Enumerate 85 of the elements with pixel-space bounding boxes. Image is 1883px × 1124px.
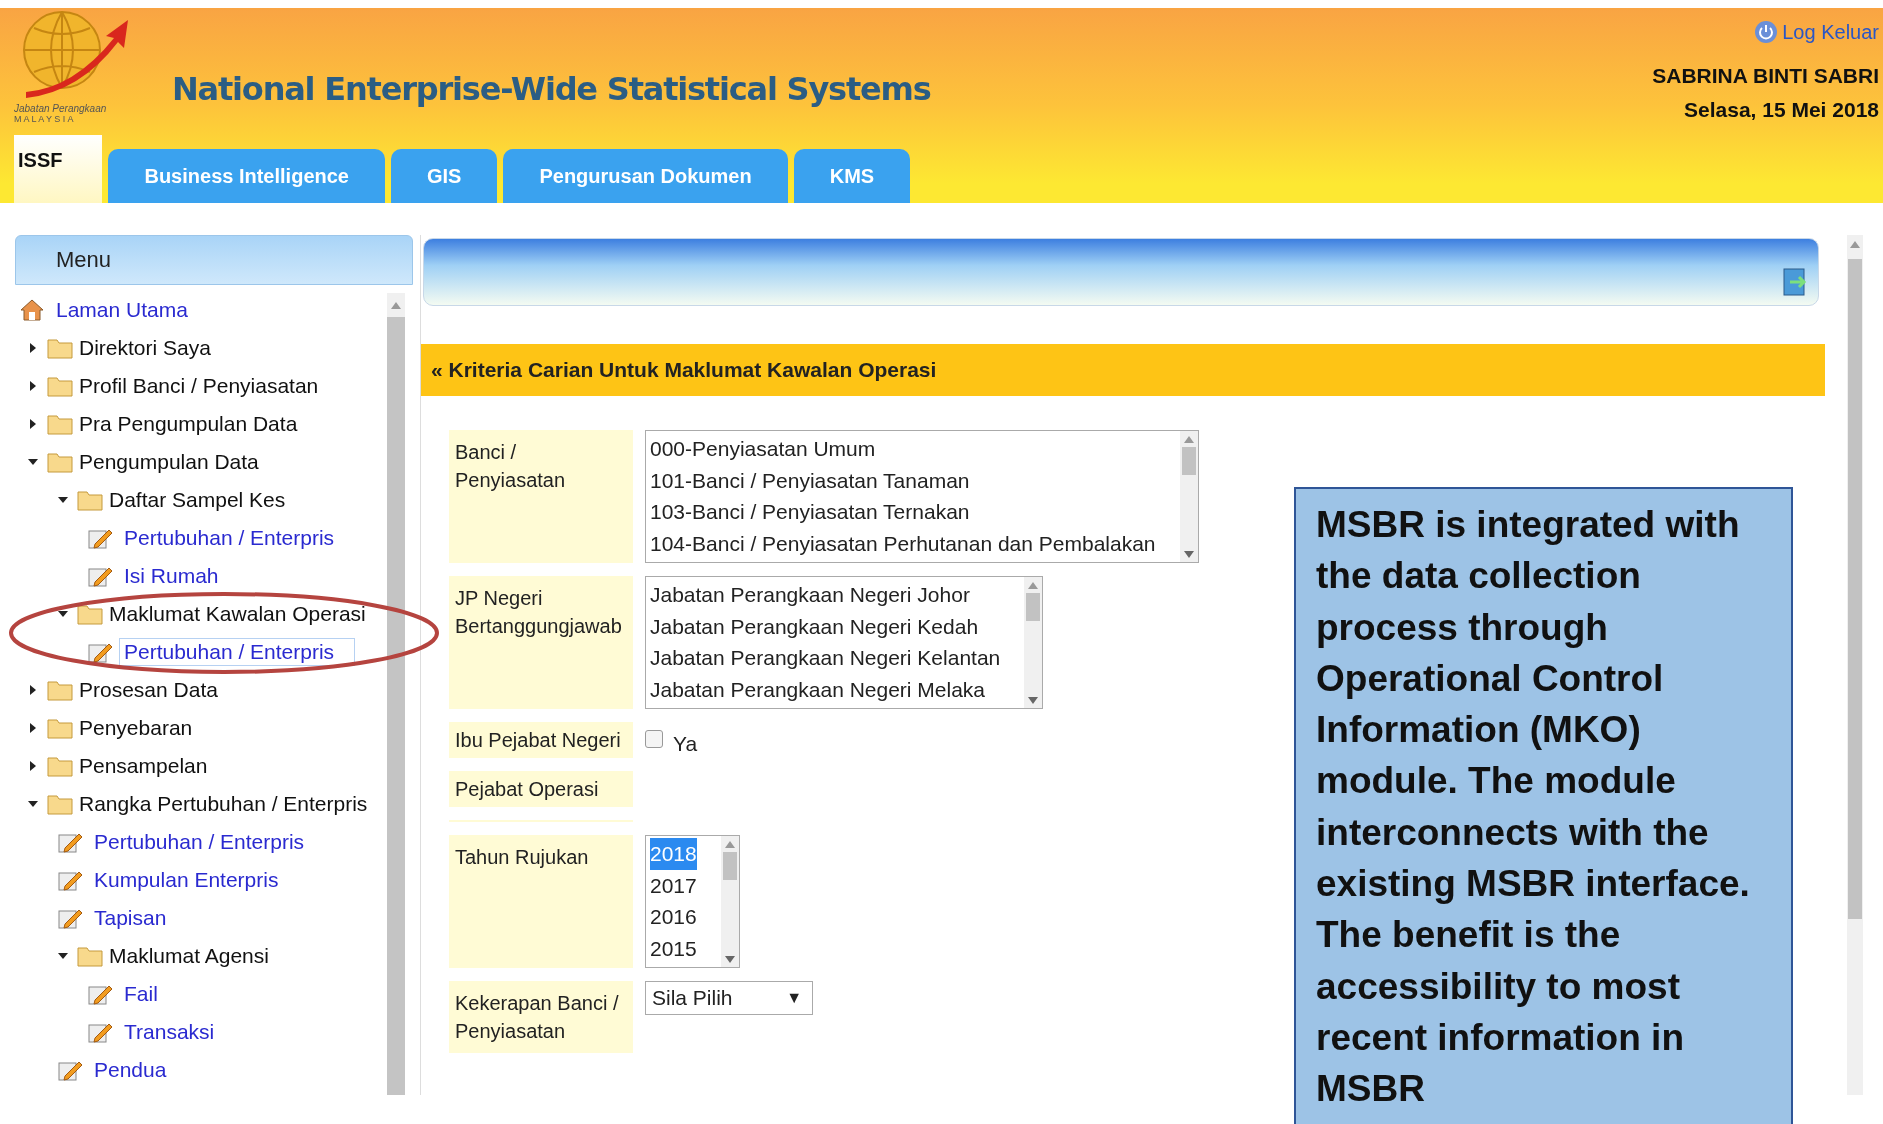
field-label: Pejabat Operasi: [449, 771, 633, 807]
folder-icon: [47, 413, 73, 435]
checkbox-label: Ya: [673, 732, 698, 756]
scrollbar-thumb[interactable]: [1181, 447, 1196, 475]
field-label: Tahun Rujukan: [449, 835, 633, 968]
list-option[interactable]: 103-Banci / Penyiasatan Ternakan: [650, 496, 970, 528]
tree-folder[interactable]: Maklumat Agensi: [109, 944, 269, 968]
folder-icon: [77, 603, 103, 625]
list-box[interactable]: 000-Penyiasatan Umum 101-Banci / Penyiasatan Tanaman 103-Banci / Penyiasatan Ternakan 104-Banci / Penyiasatan Perhutanan dan Pembalakan: [645, 430, 1199, 563]
scrollbar[interactable]: [1024, 577, 1043, 708]
scroll-down-arrow-icon[interactable]: [1183, 551, 1194, 558]
field-label: JP Negeri Bertanggungjawab: [449, 576, 633, 709]
tree-folder[interactable]: Direktori Saya: [79, 336, 211, 360]
tree-folder[interactable]: Pra Pengumpulan Data: [79, 412, 298, 436]
tree-link[interactable]: Transaksi: [119, 1018, 220, 1046]
field-label: Banci / Penyiasatan: [449, 430, 633, 563]
tree-folder[interactable]: Pensampelan: [79, 754, 208, 778]
scrollbar[interactable]: [387, 293, 405, 1095]
list-option[interactable]: Jabatan Perangkaan Negeri Kedah: [650, 610, 979, 642]
list-option[interactable]: 000-Penyiasatan Umum: [650, 433, 876, 465]
system-title: National Enterprise-Wide Statistical Systems: [172, 70, 931, 108]
list-option[interactable]: Jabatan Perangkaan Negeri Melaka: [650, 673, 986, 705]
scroll-up-arrow-icon[interactable]: [724, 841, 735, 848]
list-box[interactable]: Jabatan Perangkaan Negeri Johor Jabatan Perangkaan Negeri Kedah Jabatan Perangkaan Negeri Kelantan Jabatan Perangkaan Negeri Melaka: [645, 576, 1044, 709]
scroll-up-arrow-icon[interactable]: [391, 302, 401, 309]
tree-link[interactable]: Laman Utama: [51, 296, 193, 324]
tree-folder[interactable]: Pengumpulan Data: [79, 450, 259, 474]
scrollbar-thumb[interactable]: [722, 852, 737, 880]
nav-tab[interactable]: ISSF: [14, 135, 103, 203]
tree-folder[interactable]: Prosesan Data: [79, 678, 218, 702]
list-box[interactable]: 2018 2017 2016 2015: [645, 835, 740, 968]
field-label: Kekerapan Banci / Penyiasatan: [449, 981, 633, 1053]
callout-note: MSBR is integrated with the data collection process through Operational Control Information (MKO) module. The module interconnects with the existing MSBR interface. The benefit is the accessibility to most recent information in MSBR: [1294, 487, 1793, 1124]
logo-caption: M A L A Y S I A: [14, 114, 75, 124]
list-option[interactable]: 101-Banci / Penyiasatan Tanaman: [650, 464, 970, 496]
scroll-down-arrow-icon[interactable]: [724, 956, 735, 963]
tree-folder[interactable]: Rangka Pertubuhan / Enterpris: [79, 792, 368, 816]
tree-folder[interactable]: Maklumat Kawalan Operasi: [109, 602, 366, 626]
folder-icon: [47, 337, 73, 359]
scrollbar[interactable]: [720, 836, 739, 967]
folder-icon: [47, 717, 73, 739]
list-option[interactable]: 2016: [650, 901, 697, 933]
home-icon: [19, 298, 45, 322]
page-scrollbar[interactable]: [1847, 235, 1863, 1095]
list-option[interactable]: 2015: [650, 932, 697, 964]
scrollbar[interactable]: [1179, 431, 1198, 562]
menu-title: Menu: [56, 247, 112, 273]
user-name: SABRINA BINTI SABRI: [1652, 64, 1879, 88]
folder-icon: [47, 793, 73, 815]
checkbox[interactable]: [645, 730, 663, 748]
tree-link[interactable]: Tapisan: [89, 904, 172, 932]
field-label: Ibu Pejabat Negeri: [449, 722, 633, 758]
tree-link[interactable]: Pertubuhan / Enterpris: [119, 524, 340, 552]
folder-icon: [77, 489, 103, 511]
tree-folder[interactable]: Daftar Sampel Kes: [109, 488, 286, 512]
folder-icon: [47, 375, 73, 397]
logo-caption: Jabatan Perangkaan: [14, 103, 108, 114]
scrollbar-thumb[interactable]: [1848, 259, 1862, 919]
scrollbar-thumb[interactable]: [1026, 593, 1041, 621]
current-date: Selasa, 15 Mei 2018: [1684, 98, 1879, 122]
list-option[interactable]: Jabatan Perangkaan Negeri Kelantan: [650, 642, 1001, 674]
tree-link[interactable]: Pendua: [89, 1056, 172, 1084]
folder-icon: [47, 451, 73, 473]
list-option[interactable]: 104-Banci / Penyiasatan Perhutanan dan Pembalakan: [650, 527, 1156, 559]
list-option[interactable]: 2018: [650, 838, 697, 870]
list-option[interactable]: 2017: [650, 869, 697, 901]
tree-link[interactable]: Pertubuhan / Enterpris: [119, 638, 356, 666]
section-title: « Kriteria Carian Untuk Maklumat Kawalan Operasi: [431, 358, 937, 382]
folder-icon: [47, 755, 73, 777]
tree-folder[interactable]: Profil Banci / Penyiasatan: [79, 374, 319, 398]
folder-icon: [47, 679, 73, 701]
scroll-down-arrow-icon[interactable]: [1028, 697, 1039, 704]
tree-link[interactable]: Pertubuhan / Enterpris: [89, 828, 310, 856]
tree-link[interactable]: Isi Rumah: [119, 562, 224, 590]
scroll-up-arrow-icon[interactable]: [1028, 582, 1039, 589]
exit-door-icon[interactable]: [1782, 267, 1808, 297]
folder-icon: [77, 945, 103, 967]
list-option[interactable]: Jabatan Perangkaan Negeri Johor: [650, 579, 970, 611]
tree-folder[interactable]: Penyebaran: [79, 716, 193, 740]
logout-icon: [1754, 20, 1779, 44]
tree-link[interactable]: Fail: [119, 980, 163, 1008]
tree-link[interactable]: Kumpulan Enterpris: [89, 866, 284, 894]
scroll-up-arrow-icon[interactable]: [1850, 241, 1860, 248]
scroll-up-arrow-icon[interactable]: [1183, 436, 1194, 443]
dropdown[interactable]: Sila Pilih ▼: [645, 981, 813, 1015]
